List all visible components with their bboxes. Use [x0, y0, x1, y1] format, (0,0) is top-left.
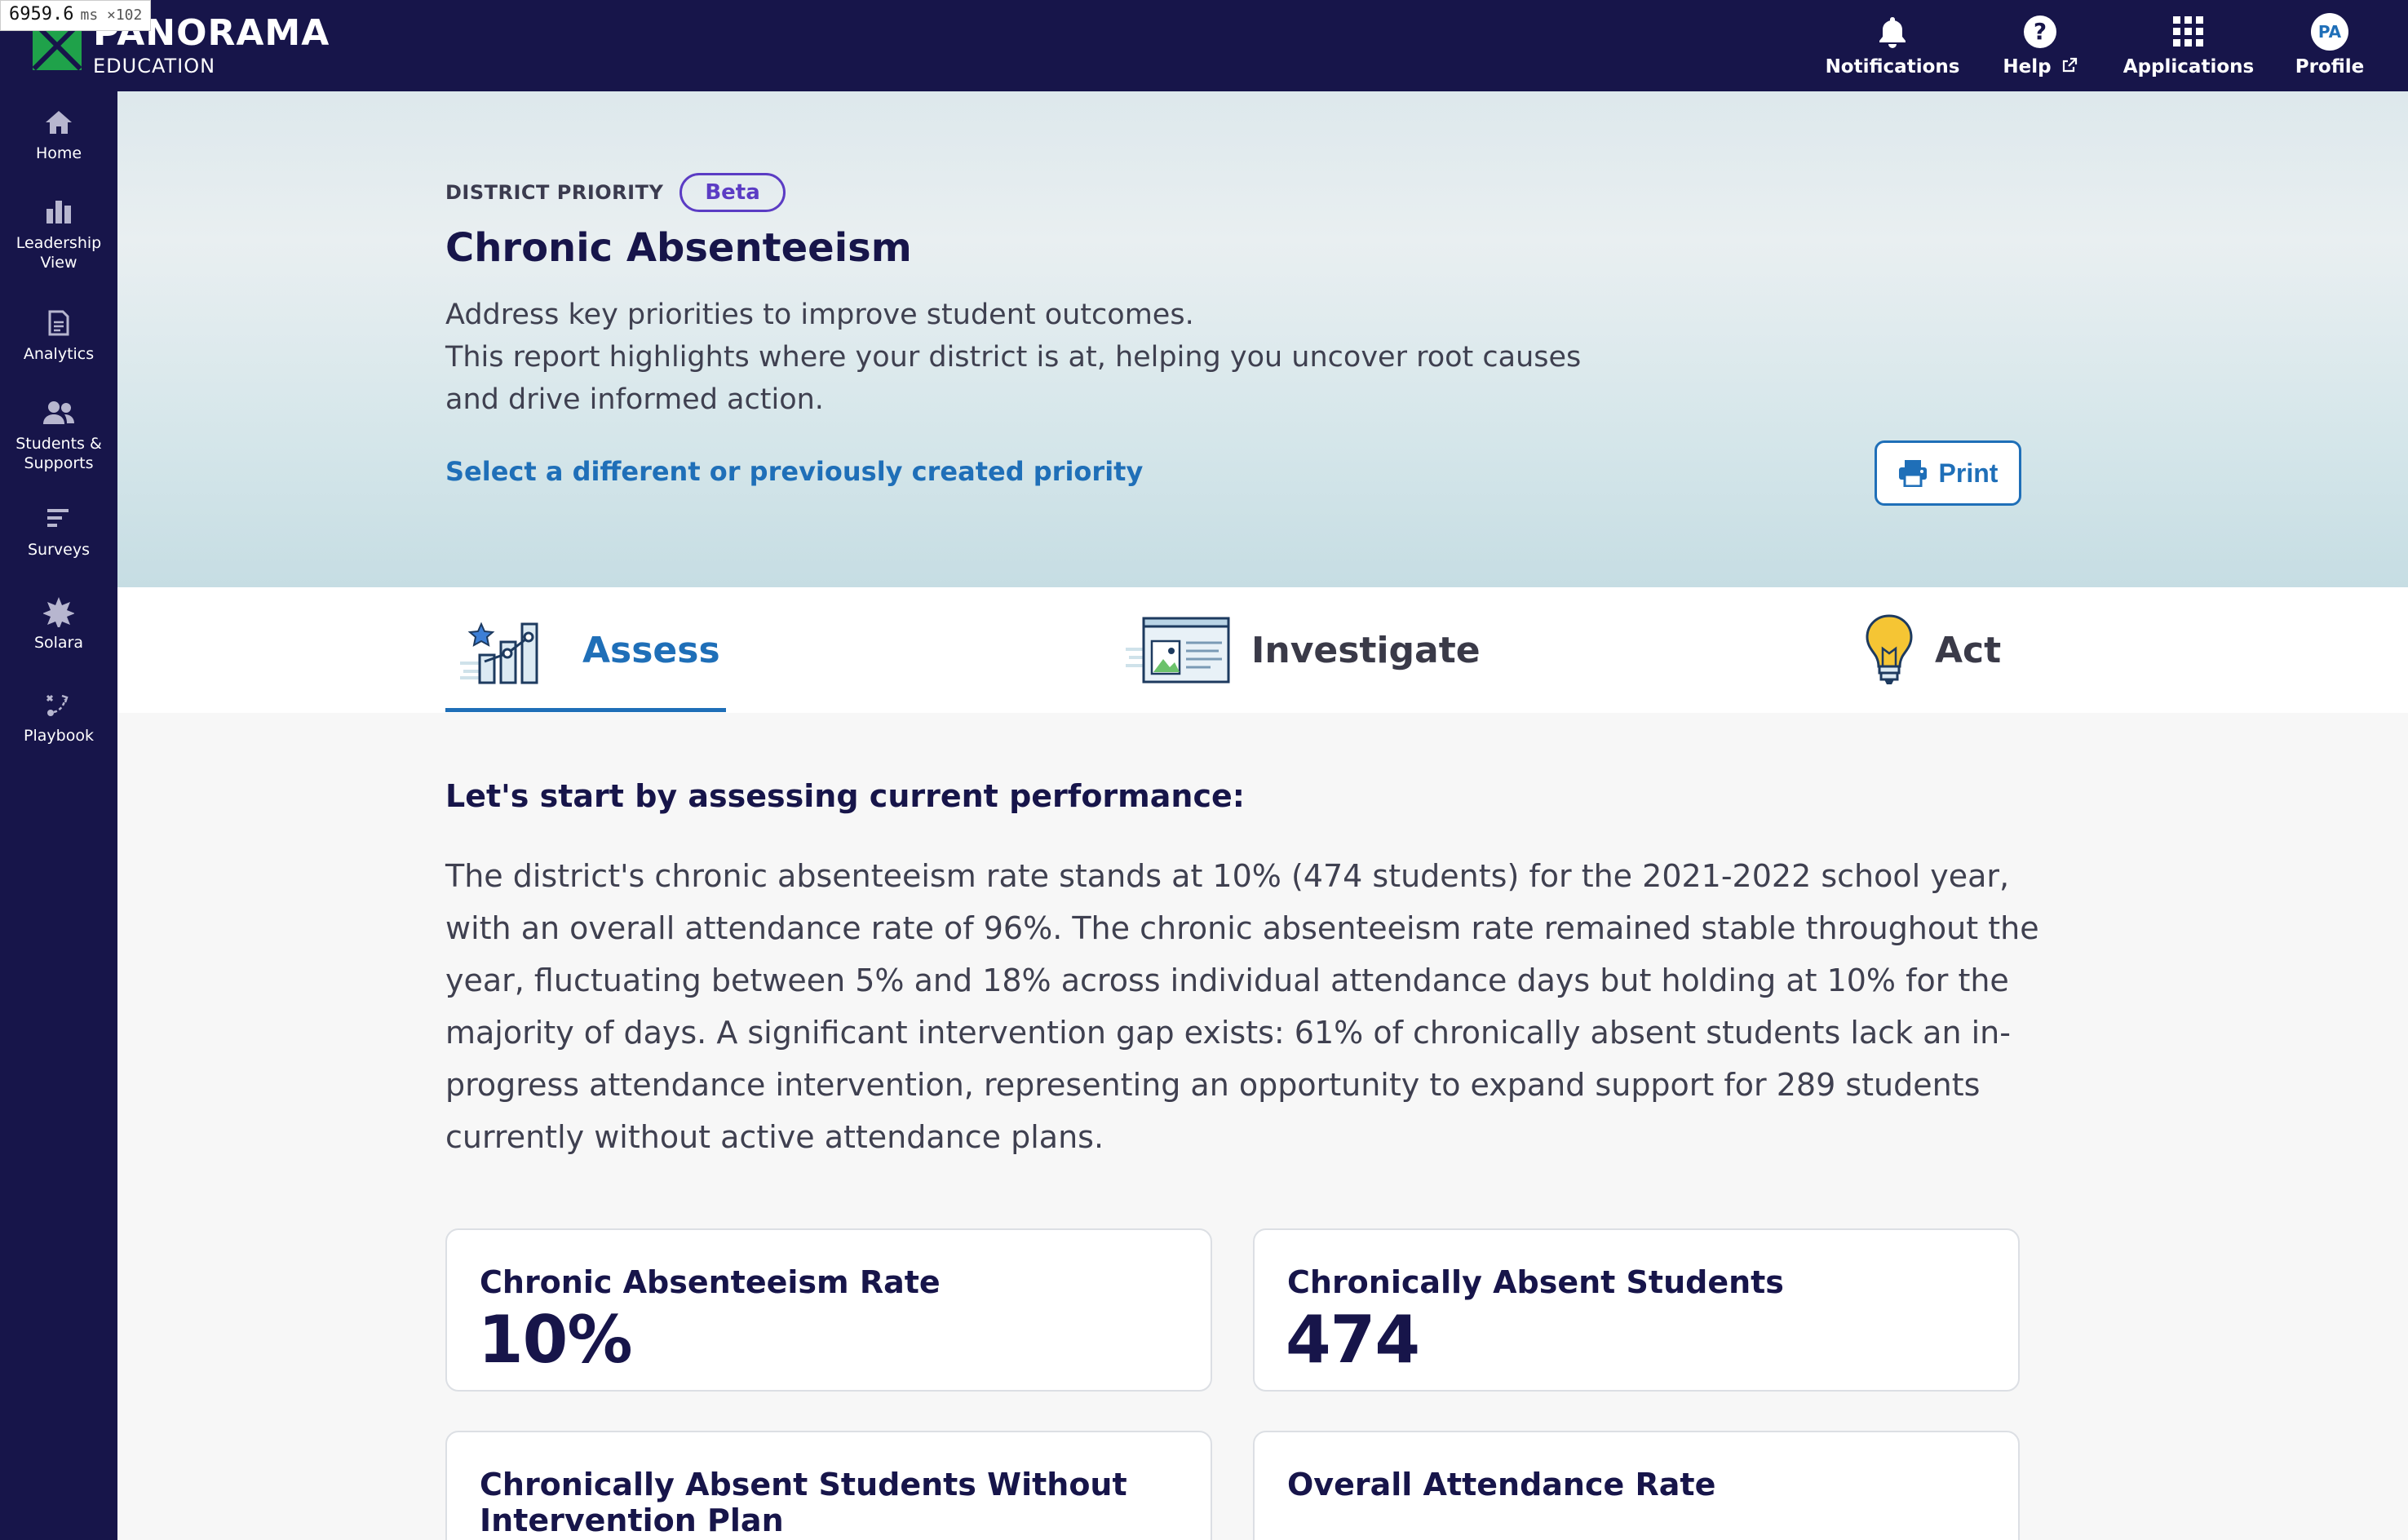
- bell-icon: [1878, 14, 1907, 50]
- tab-act[interactable]: Act: [1863, 587, 2001, 713]
- tab-investigate[interactable]: Investigate: [1126, 587, 1481, 713]
- brand-sub: EDUCATION: [93, 55, 216, 77]
- tab-assess-label: Assess: [582, 629, 720, 671]
- metric-card-chronic-absenteeism-rate: Chronic Absenteeism Rate 10%: [445, 1228, 1212, 1392]
- applications-label: Applications: [2122, 56, 2255, 77]
- lightbulb-icon: [1866, 614, 1913, 684]
- avatar: PA: [2311, 13, 2348, 51]
- performance-summary: The district's chronic absenteeism rate …: [445, 858, 2039, 1155]
- svg-text:?: ?: [2034, 18, 2047, 45]
- home-icon: [44, 106, 73, 139]
- investigate-document-icon: [1126, 617, 1230, 684]
- sidebar: Home Leadership View Analytics Students …: [0, 91, 117, 1540]
- section-title: Let's start by assessing current perform…: [445, 778, 1245, 814]
- top-bar: PANORAMA EDUCATION Notifications ? Help …: [0, 0, 2408, 91]
- perf-unit: ms ×102: [80, 7, 143, 24]
- sidebar-item-solara[interactable]: Solara: [0, 595, 117, 653]
- metric-card-title: Overall Attendance Rate: [1287, 1467, 1716, 1502]
- tab-bar: Assess Investigate Act: [117, 587, 2408, 713]
- metric-card-value: 10%: [478, 1302, 632, 1378]
- select-priority-link[interactable]: Select a different or previously created…: [445, 456, 1143, 487]
- beta-badge: Beta: [679, 173, 786, 212]
- survey-icon: [46, 502, 72, 535]
- metric-card-title: Chronically Absent Students Without Inte…: [480, 1467, 1127, 1538]
- tab-investigate-label: Investigate: [1251, 629, 1481, 671]
- print-label: Print: [1938, 458, 1999, 488]
- active-tab-indicator: [445, 708, 726, 712]
- help-icon: ?: [2023, 14, 2057, 50]
- metric-card-title: Chronic Absenteeism Rate: [480, 1264, 941, 1300]
- app-grid-icon: [2173, 14, 2204, 50]
- notifications-label: Notifications: [1825, 56, 1960, 77]
- playbook-icon: [44, 688, 73, 721]
- bar-chart-icon: [45, 196, 73, 228]
- printer-icon: [1898, 460, 1927, 487]
- report-icon: [46, 307, 71, 339]
- page-title: Chronic Absenteeism: [445, 225, 912, 271]
- assess-chart-icon: [460, 622, 538, 684]
- sidebar-item-playbook[interactable]: Playbook: [0, 688, 117, 746]
- print-button[interactable]: Print: [1875, 440, 2021, 506]
- applications-button[interactable]: Applications: [2121, 0, 2256, 91]
- sidebar-item-leadership-view[interactable]: Leadership View: [0, 196, 117, 272]
- sidebar-item-analytics[interactable]: Analytics: [0, 307, 117, 364]
- help-button[interactable]: ? Help: [1995, 0, 2085, 91]
- people-icon: [42, 396, 75, 429]
- perf-overlay: 6959.6 ms ×102: [0, 0, 152, 31]
- sidebar-item-home[interactable]: Home: [0, 106, 117, 163]
- sparkle-icon: [43, 595, 74, 628]
- sidebar-item-students-supports[interactable]: Students & Supports: [0, 396, 117, 473]
- metric-card-chronically-absent-students: Chronically Absent Students 474: [1253, 1228, 2020, 1392]
- notifications-button[interactable]: Notifications: [1824, 0, 1961, 91]
- metric-card-title: Chronically Absent Students: [1287, 1264, 1784, 1300]
- metric-card-overall-attendance-rate: Overall Attendance Rate: [1253, 1431, 2020, 1540]
- sidebar-item-surveys[interactable]: Surveys: [0, 502, 117, 560]
- perf-value: 6959.6: [9, 4, 74, 24]
- metric-card-value: 474: [1286, 1302, 1420, 1378]
- page-description: Address key priorities to improve studen…: [445, 299, 1582, 416]
- external-link-icon: [2062, 57, 2077, 73]
- profile-label: Profile: [2295, 56, 2365, 77]
- metric-card-without-intervention-plan: Chronically Absent Students Without Inte…: [445, 1431, 1212, 1540]
- profile-button[interactable]: PA Profile: [2292, 0, 2367, 91]
- help-label: Help: [2003, 56, 2052, 77]
- tab-assess[interactable]: Assess: [460, 587, 720, 713]
- eyebrow-label: DISTRICT PRIORITY: [445, 181, 664, 204]
- tab-act-label: Act: [1935, 629, 2002, 671]
- priority-header: DISTRICT PRIORITY Beta Chronic Absenteei…: [117, 91, 2408, 587]
